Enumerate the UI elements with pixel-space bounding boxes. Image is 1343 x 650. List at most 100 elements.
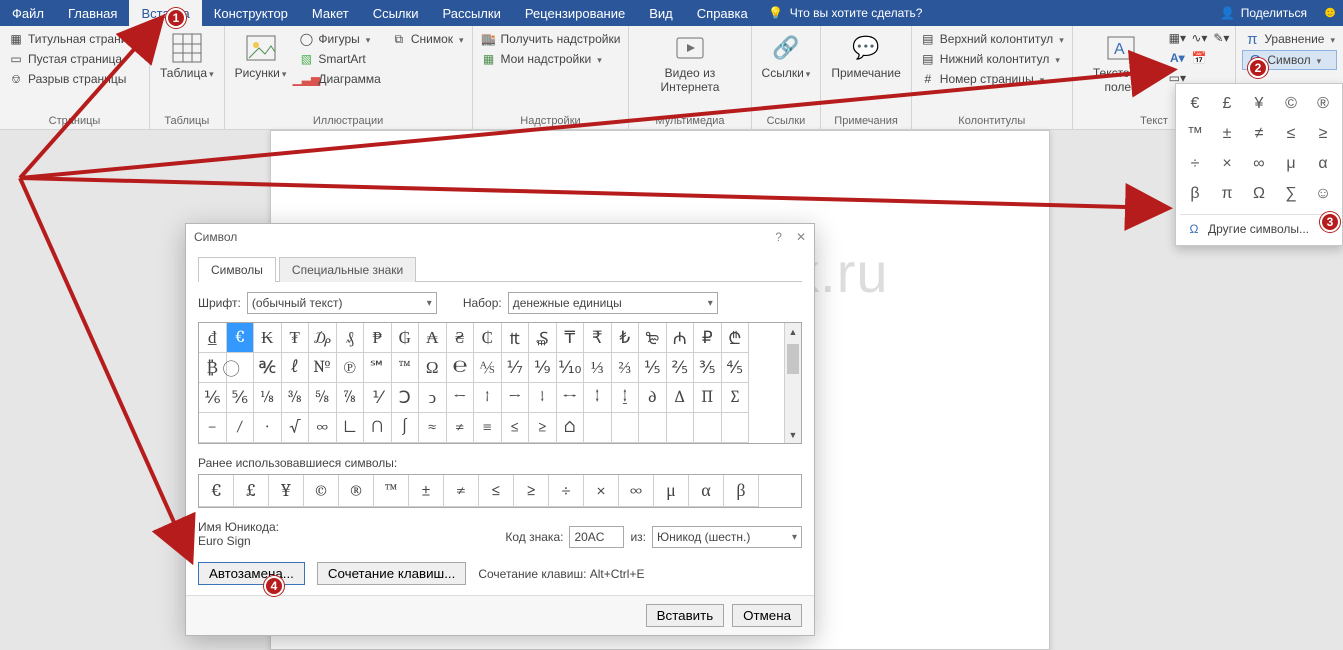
char-cell[interactable] <box>694 413 722 443</box>
header[interactable]: ▤Верхний колонтитул <box>918 30 1066 48</box>
tab-mailings[interactable]: Рассылки <box>430 0 512 26</box>
char-cell[interactable]: ₰ <box>337 323 365 353</box>
char-cell[interactable]: ∕ <box>227 413 255 443</box>
symbol-dd-cell[interactable]: × <box>1212 150 1242 178</box>
symbol-dd-cell[interactable]: ☺ <box>1308 180 1338 208</box>
char-cell[interactable]: ↔ <box>557 383 585 413</box>
symbol-dd-cell[interactable]: ≤ <box>1276 120 1306 148</box>
char-cell[interactable]: ₶ <box>502 323 530 353</box>
char-cell[interactable]: ₾ <box>722 323 750 353</box>
char-cell[interactable]: ₻ <box>639 323 667 353</box>
symbol-dd-cell[interactable]: Ω <box>1244 180 1274 208</box>
tab-view[interactable]: Вид <box>637 0 685 26</box>
char-cell[interactable]: ⅓ <box>584 353 612 383</box>
symbol-dd-cell[interactable]: ≥ <box>1308 120 1338 148</box>
wordart-icon[interactable]: ∿▾ <box>1191 30 1207 46</box>
char-cell[interactable]: → <box>502 383 530 413</box>
char-cell[interactable]: ↕ <box>584 383 612 413</box>
tab-insert[interactable]: Вставка <box>129 0 201 26</box>
char-cell[interactable]: ₫ <box>199 323 227 353</box>
chart[interactable]: ▁▃▅Диаграмма <box>296 70 382 88</box>
recent-cell[interactable]: ® <box>339 475 374 507</box>
table-button[interactable]: Таблица <box>156 30 218 82</box>
char-cell[interactable]: ↓ <box>529 383 557 413</box>
account-emoji[interactable]: ☻ <box>1317 0 1343 26</box>
recent-cell[interactable]: β <box>724 475 759 507</box>
textbox-button[interactable]: A Текстовое поле <box>1079 30 1164 96</box>
char-cell[interactable]: ∫ <box>392 413 420 443</box>
recent-cell[interactable]: α <box>689 475 724 507</box>
my-addins[interactable]: ▦Мои надстройки <box>479 50 623 68</box>
char-cell[interactable]: № <box>309 353 337 383</box>
cover-page[interactable]: ▦Титульная страница <box>6 30 154 48</box>
char-cell[interactable]: ∞ <box>309 413 337 443</box>
footer[interactable]: ▤Нижний колонтитул <box>918 50 1066 68</box>
recent-cell[interactable]: € <box>199 475 234 507</box>
char-cell[interactable]: ⅖ <box>667 353 695 383</box>
char-cell[interactable]: Ω <box>419 353 447 383</box>
recent-cell[interactable]: ≠ <box>444 475 479 507</box>
symbol-dd-cell[interactable]: ± <box>1212 120 1242 148</box>
char-cell[interactable]: ⅘ <box>722 353 750 383</box>
links-button[interactable]: 🔗 Ссылки <box>758 30 815 82</box>
char-cell[interactable] <box>722 413 750 443</box>
insert-button[interactable]: Вставить <box>646 604 725 627</box>
char-cell[interactable] <box>667 413 695 443</box>
tab-special[interactable]: Специальные знаки <box>279 257 416 282</box>
page-break[interactable]: ⎊Разрыв страницы <box>6 70 154 88</box>
datetime-icon[interactable]: 📅 <box>1191 50 1207 66</box>
char-cell[interactable]: ₷ <box>529 323 557 353</box>
char-cell[interactable]: Ↄ <box>392 383 420 413</box>
char-cell[interactable]: ← <box>447 383 475 413</box>
char-cell[interactable]: ⅔ <box>612 353 640 383</box>
symbol-dd-cell[interactable]: μ <box>1276 150 1306 178</box>
recent-cell[interactable]: ™ <box>374 475 409 507</box>
char-cell[interactable]: ≠ <box>447 413 475 443</box>
char-cell[interactable]: ⅑ <box>529 353 557 383</box>
char-cell[interactable]: ⅗ <box>694 353 722 383</box>
recent-cell[interactable]: ± <box>409 475 444 507</box>
shortcut-button[interactable]: Сочетание клавиш... <box>317 562 466 585</box>
font-combo[interactable]: (обычный текст)▾ <box>247 292 437 314</box>
symbol-dd-cell[interactable]: ≠ <box>1244 120 1274 148</box>
char-cell[interactable]: ⃝ <box>227 353 255 383</box>
recent-cell[interactable]: ÷ <box>549 475 584 507</box>
char-cell[interactable]: ⅛ <box>254 383 282 413</box>
char-cell[interactable]: ↑ <box>474 383 502 413</box>
recent-cell[interactable]: ≤ <box>479 475 514 507</box>
char-cell[interactable]: ⌂ <box>557 413 585 443</box>
tab-review[interactable]: Рецензирование <box>513 0 637 26</box>
tab-symbols[interactable]: Символы <box>198 257 276 282</box>
recent-cell[interactable]: ≥ <box>514 475 549 507</box>
char-cell[interactable]: √ <box>282 413 310 443</box>
recent-cell[interactable]: μ <box>654 475 689 507</box>
recent-cell[interactable]: ¥ <box>269 475 304 507</box>
char-cell[interactable]: ₺ <box>612 323 640 353</box>
char-cell[interactable]: ⅜ <box>282 383 310 413</box>
symbol-dd-cell[interactable]: ∞ <box>1244 150 1274 178</box>
close-button[interactable]: ✕ <box>796 230 806 244</box>
symbol-dd-cell[interactable]: β <box>1180 180 1210 208</box>
autocorrect-button[interactable]: Автозамена... <box>198 562 305 585</box>
symbol-dd-cell[interactable]: α <box>1308 150 1338 178</box>
char-cell[interactable]: ₵ <box>474 323 502 353</box>
char-cell[interactable] <box>639 413 667 443</box>
tab-references[interactable]: Ссылки <box>361 0 431 26</box>
tab-layout[interactable]: Макет <box>300 0 361 26</box>
char-cell[interactable]: ₹ <box>584 323 612 353</box>
char-cell[interactable]: ⅞ <box>337 383 365 413</box>
char-cell[interactable]: ∙ <box>254 413 282 443</box>
sigline-icon[interactable]: ✎▾ <box>1213 30 1229 46</box>
char-cell[interactable] <box>584 413 612 443</box>
share-button[interactable]: 👤 Поделиться <box>1210 0 1317 26</box>
char-cell[interactable]: ₯ <box>309 323 337 353</box>
char-cell[interactable]: € <box>227 323 255 353</box>
symbol-dd-cell[interactable]: £ <box>1212 90 1242 118</box>
char-cell[interactable]: ₭ <box>254 323 282 353</box>
recent-cell[interactable]: £ <box>234 475 269 507</box>
char-cell[interactable]: ₮ <box>282 323 310 353</box>
char-cell[interactable]: ≥ <box>529 413 557 443</box>
char-cell[interactable]: ⅒ <box>557 353 585 383</box>
scroll-down[interactable]: ▼ <box>785 426 801 443</box>
char-cell[interactable]: ₲ <box>392 323 420 353</box>
